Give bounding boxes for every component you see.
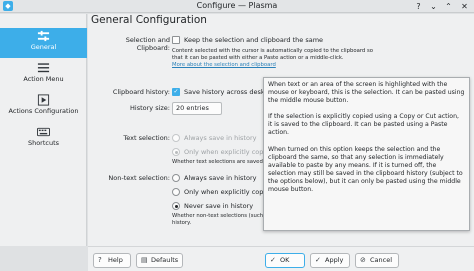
cancel-icon: ⊘: [360, 256, 366, 264]
keep-same-checkbox-label[interactable]: Keep the selection and clipboard the sam…: [184, 36, 323, 44]
tooltip-paragraph: When text or an area of the screen is hi…: [268, 81, 465, 105]
text-explicit-label[interactable]: Only when explicitly copied: [184, 148, 273, 156]
non-text-selection-label: Non-text selection:: [108, 174, 170, 182]
history-size-spinbox[interactable]: 20 entries: [172, 102, 222, 115]
sidebar-item-actions-configuration[interactable]: Actions Configuration: [0, 92, 87, 122]
nontext-explicit-label[interactable]: Only when explicitly copied: [184, 188, 273, 196]
nontext-explicit-radio[interactable]: [172, 188, 180, 196]
keyboard-icon: [37, 127, 50, 137]
nontext-always-label[interactable]: Always save in history: [184, 174, 256, 182]
selection-tooltip: When text or an area of the screen is hi…: [263, 77, 470, 231]
maximize-icon[interactable]: ⌃: [443, 1, 454, 12]
tooltip-paragraph: If the selection is explicitly copied us…: [268, 113, 459, 137]
document-icon: ▤: [141, 256, 148, 264]
help-icon[interactable]: ?: [413, 1, 424, 12]
text-always-radio[interactable]: [172, 134, 180, 142]
defaults-button-label: Defaults: [151, 256, 179, 264]
selection-help-text-2: that it can be pasted with either a Past…: [172, 55, 344, 61]
text-explicit-radio[interactable]: [172, 148, 180, 156]
help-button-label: Help: [108, 256, 123, 264]
sidebar-item-label: Actions Configuration: [8, 107, 79, 115]
cancel-button[interactable]: ⊘ Cancel: [355, 253, 399, 268]
defaults-button[interactable]: ▤ Defaults: [136, 253, 183, 268]
ok-button[interactable]: ✓ OK: [265, 253, 305, 268]
sidebar-item-action-menu[interactable]: Action Menu: [0, 60, 87, 90]
apply-button-label: Apply: [325, 256, 344, 264]
selection-help-text: Content selected with the cursor is auto…: [172, 48, 373, 54]
help-button[interactable]: ? Help: [93, 253, 131, 268]
sidebar: General Action Menu Actions Configuratio…: [0, 14, 87, 246]
sidebar-item-general[interactable]: General: [0, 28, 87, 58]
save-history-checkbox-label[interactable]: Save history across desktop: [184, 88, 275, 96]
non-text-selection-help-2: history.: [172, 220, 192, 226]
selection-clipboard-link[interactable]: More about the selection and clipboard: [172, 62, 276, 69]
minimize-icon[interactable]: ⌄: [428, 1, 439, 12]
sidebar-item-label: Action Menu: [23, 75, 64, 83]
text-selection-label: Text selection:: [123, 134, 170, 142]
check-icon: ✓: [270, 256, 276, 264]
close-icon[interactable]: ✕: [459, 1, 470, 12]
sidebar-item-shortcuts[interactable]: Shortcuts: [0, 124, 87, 154]
sidebar-item-label: General: [30, 43, 57, 51]
tooltip-paragraph: When turned on this option keeps the sel…: [268, 145, 463, 194]
help-circle-icon: ?: [98, 256, 102, 264]
page-title: General Configuration: [91, 14, 207, 26]
clipboard-history-label: Clipboard history:: [112, 88, 170, 96]
keep-same-checkbox[interactable]: [172, 36, 180, 44]
selection-clipboard-label: Selection and Clipboard:: [125, 36, 170, 52]
cancel-button-label: Cancel: [370, 256, 393, 264]
menu-icon: [37, 63, 50, 73]
button-bar: ? Help ▤ Defaults ✓ OK ✓ Apply ⊘ Cancel: [88, 246, 474, 271]
settings-icon: [37, 30, 50, 42]
history-size-label: History size:: [130, 104, 170, 112]
window-titlebar: ◆ Configure — Plasma ? ⌄ ⌃ ✕: [0, 0, 474, 13]
nontext-always-radio[interactable]: [172, 174, 180, 182]
sidebar-item-label: Shortcuts: [27, 139, 60, 147]
window-title: Configure — Plasma: [196, 1, 278, 10]
check-icon: ✓: [315, 256, 321, 264]
nontext-never-radio[interactable]: [172, 202, 180, 210]
save-history-checkbox[interactable]: ✓: [172, 88, 180, 96]
nontext-never-label[interactable]: Never save in history: [184, 202, 253, 210]
run-icon: [37, 94, 50, 106]
ok-button-label: OK: [280, 256, 290, 264]
apply-button[interactable]: ✓ Apply: [310, 253, 350, 268]
text-always-label[interactable]: Always save in history: [184, 134, 256, 142]
